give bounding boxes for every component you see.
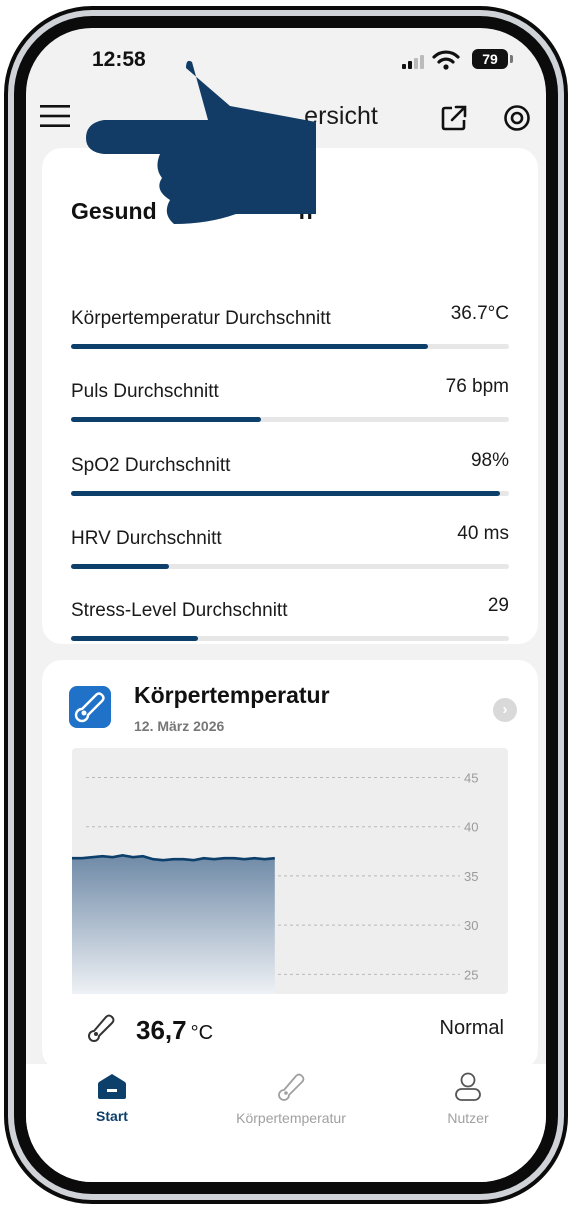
user-icon xyxy=(455,1072,481,1101)
cellular-signal-icon xyxy=(402,55,424,69)
metric-value: 40 ms xyxy=(457,523,509,544)
metric-progress-fill xyxy=(71,491,501,496)
thermometer-icon xyxy=(88,1014,115,1042)
tab-body-temperature[interactable]: Körpertemperatur xyxy=(216,1072,366,1126)
metric-row-pulse[interactable]: Puls Durchschnitt 76 bpm xyxy=(71,376,509,431)
settings-target-icon[interactable] xyxy=(503,104,531,132)
metric-progress-track xyxy=(71,491,509,496)
metric-label: SpO2 Durchschnitt xyxy=(71,455,231,476)
metric-progress-fill xyxy=(71,636,199,641)
bottom-tab-bar: Start Körpertemperatur Nutzer xyxy=(26,1064,546,1182)
chart-y-tick-label: 45 xyxy=(464,771,478,786)
metric-row-hrv[interactable]: HRV Durchschnitt 40 ms xyxy=(71,523,509,578)
metric-row-spo2[interactable]: SpO2 Durchschnitt 98% xyxy=(71,450,509,505)
tab-user-label: Nutzer xyxy=(447,1110,489,1126)
tab-body-temperature-label: Körpertemperatur xyxy=(236,1110,346,1126)
current-temperature-value: 36,7 xyxy=(136,1015,187,1045)
metric-label: Körpertemperatur Durchschnitt xyxy=(71,308,331,329)
tab-user[interactable]: Nutzer xyxy=(426,1072,510,1126)
redaction-overlay xyxy=(86,60,316,224)
metric-row-stress[interactable]: Stress-Level Durchschnitt 29 xyxy=(71,595,509,650)
body-temperature-card[interactable]: Körpertemperatur 12. März 2026 › 45 40 35 3… xyxy=(42,660,538,1070)
tab-start-label: Start xyxy=(96,1108,128,1124)
temperature-card-date: 12. März 2026 xyxy=(134,718,225,734)
tab-start[interactable]: Start xyxy=(66,1072,158,1124)
current-temperature-unit: °C xyxy=(190,1022,214,1044)
home-icon xyxy=(98,1074,126,1099)
metric-value: 98% xyxy=(470,450,509,471)
thermometer-app-icon xyxy=(69,686,111,728)
metric-progress-track xyxy=(71,344,509,349)
metric-label: Stress-Level Durchschnitt xyxy=(71,600,288,621)
temperature-status: Normal xyxy=(439,1017,504,1039)
metric-value: 29 xyxy=(487,595,509,616)
metric-label: HRV Durchschnitt xyxy=(71,528,222,549)
chart-y-tick-label: 40 xyxy=(464,820,478,835)
temperature-card-title: Körpertemperatur xyxy=(134,682,330,708)
thermometer-tab-icon xyxy=(278,1073,305,1101)
chart-y-tick-label: 25 xyxy=(464,967,478,982)
chevron-right-icon[interactable]: › xyxy=(493,698,517,722)
wifi-icon xyxy=(432,50,460,70)
metric-row-body-temperature[interactable]: Körpertemperatur Durchschnitt 36.7°C xyxy=(71,303,509,358)
metric-label: Puls Durchschnitt xyxy=(71,381,219,402)
metric-progress-track xyxy=(71,417,509,422)
chart-y-tick-label: 30 xyxy=(464,918,478,933)
chart-area-fill xyxy=(72,855,275,994)
battery-tip xyxy=(510,55,513,63)
chart-y-tick-label: 35 xyxy=(464,869,478,884)
metric-value: 76 bpm xyxy=(445,376,509,397)
metric-progress-fill xyxy=(71,417,262,422)
metric-progress-fill xyxy=(71,344,429,349)
temperature-chart: 45 40 35 30 25 xyxy=(71,748,508,994)
metric-progress-track xyxy=(71,636,509,641)
battery-icon: 79 xyxy=(472,49,508,69)
metric-value: 36.7°C xyxy=(450,303,509,324)
metric-progress-fill xyxy=(71,564,170,569)
metric-progress-track xyxy=(71,564,509,569)
current-temperature: 36,7 °C xyxy=(136,1015,213,1046)
share-icon[interactable] xyxy=(440,104,468,132)
temperature-chart-svg: 45 40 35 30 25 xyxy=(71,771,478,994)
